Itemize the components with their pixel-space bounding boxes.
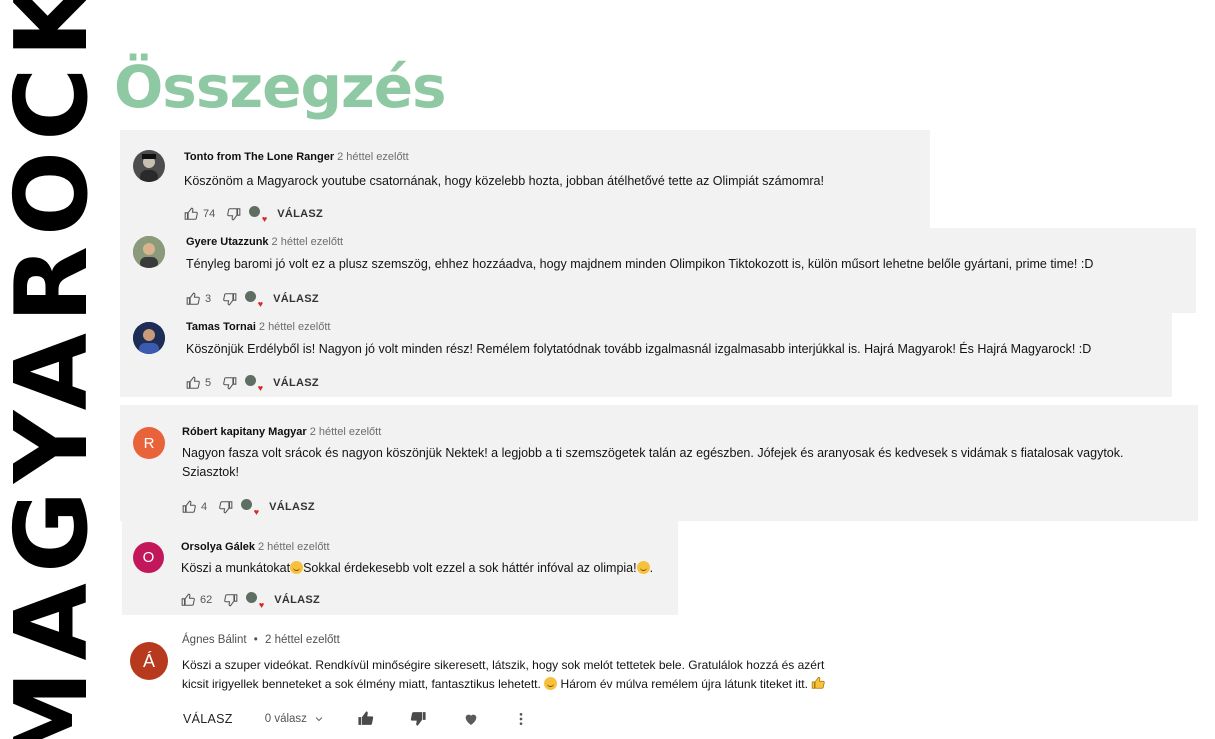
like-button[interactable]: 3 (186, 292, 223, 306)
comment-author[interactable]: Róbert kapitany Magyar (182, 426, 307, 438)
thumb-up-icon (186, 292, 200, 305)
avatar-initial: Á (142, 650, 155, 671)
comment-header: Gyere Utazzunk 2 héttel ezelőtt (186, 236, 343, 248)
like-button[interactable]: 74 (184, 207, 227, 221)
comment-text-line: Sziasztok! (182, 465, 239, 479)
replies-dropdown[interactable]: 0 válasz (265, 713, 325, 725)
separator-dot: • (253, 634, 258, 646)
thumb-up-icon (181, 593, 195, 606)
thumb-down-icon[interactable] (219, 500, 233, 514)
creator-heart-icon: ♥ (245, 375, 263, 393)
comment-text-part: . (649, 561, 654, 575)
comment-author[interactable]: Ágnes Bálint (182, 634, 247, 646)
avatar[interactable] (133, 236, 165, 268)
heart-icon[interactable] (463, 711, 479, 727)
page-title: Összegzés (114, 53, 447, 121)
comment-header: Tamas Tornai 2 héttel ezelőtt (186, 321, 330, 333)
avatar[interactable] (133, 322, 165, 354)
comment-time[interactable]: 2 héttel ezelőtt (259, 321, 331, 333)
like-count: 5 (205, 376, 212, 389)
comment-text: Nagyon fasza volt srácok és nagyon köszö… (182, 444, 1123, 482)
smile-emoji-icon (544, 677, 558, 690)
avatar-initial: R (143, 434, 155, 452)
comment-time[interactable]: 2 héttel ezelőtt (258, 541, 330, 553)
comment-author[interactable]: Tamas Tornai (186, 321, 256, 333)
thumb-up-icon (184, 207, 198, 220)
comment-time[interactable]: 2 héttel ezelőtt (265, 634, 340, 646)
comment-time[interactable]: 2 héttel ezelőtt (310, 426, 382, 438)
comment-text-part: Sokkal érdekesebb volt ezzel a sok hátté… (303, 561, 637, 575)
comment-actions: 74 ♥ VÁLASZ (184, 206, 323, 224)
comment-actions: VÁLASZ 0 válasz (183, 710, 529, 727)
like-count: 62 (200, 593, 213, 606)
grin-emoji-icon (636, 561, 650, 574)
thumbs-up-emoji-icon (812, 676, 825, 689)
reply-button[interactable]: VÁLASZ (274, 594, 320, 606)
like-button[interactable]: 62 (181, 593, 224, 607)
like-count: 4 (201, 500, 208, 513)
comment-header: Tonto from The Lone Ranger 2 héttel ezelő… (184, 151, 409, 163)
thumb-down-icon[interactable] (223, 292, 237, 306)
comment-text: Tényleg baromi jó volt ez a plusz szemsz… (186, 257, 1094, 271)
brand-strip: MAGYAROCK (0, 0, 104, 739)
like-count: 3 (205, 292, 212, 305)
comment-text-line: Köszi a szuper videókat. Rendkívül minős… (182, 658, 825, 672)
thumb-down-icon[interactable] (227, 207, 241, 221)
thumb-down-icon[interactable] (223, 376, 237, 390)
thumb-up-icon[interactable] (357, 710, 374, 727)
reply-button[interactable]: VÁLASZ (273, 377, 319, 389)
creator-heart-icon: ♥ (241, 499, 259, 517)
comment-actions: 62 ♥ VÁLASZ (181, 592, 320, 610)
comment-author[interactable]: Gyere Utazzunk (186, 236, 269, 248)
comment-text-part: kicsit irigyellek benneteket a sok élmén… (182, 677, 541, 691)
replies-count: 0 válasz (264, 712, 307, 725)
comment-author[interactable]: Tonto from The Lone Ranger (184, 151, 334, 163)
reply-button[interactable]: VÁLASZ (277, 208, 323, 220)
comment-text: Köszi a munkátokat Sokkal érdekesebb volt… (181, 559, 653, 578)
creator-heart-icon: ♥ (249, 206, 267, 224)
comment-actions: 5 ♥ VÁLASZ (186, 375, 319, 393)
thumb-up-icon (182, 500, 196, 513)
like-count: 74 (203, 207, 216, 220)
thumb-down-icon[interactable] (410, 710, 427, 727)
avatar[interactable] (133, 150, 165, 182)
grin-emoji-icon (290, 561, 304, 574)
comment-time[interactable]: 2 héttel ezelőtt (272, 236, 344, 248)
comment-text-line: kicsit irigyellek benneteket a sok élmén… (182, 675, 825, 694)
thumb-down-icon[interactable] (224, 593, 238, 607)
like-button[interactable]: 5 (186, 376, 223, 390)
like-button[interactable]: 4 (182, 500, 219, 514)
creator-heart-icon: ♥ (245, 291, 263, 309)
thumb-up-icon (186, 376, 200, 389)
comment-header: Róbert kapitany Magyar 2 héttel ezelőtt (182, 426, 381, 438)
comment-actions: 3 ♥ VÁLASZ (186, 291, 319, 309)
comment-actions: 4 ♥ VÁLASZ (182, 499, 315, 517)
comment-header: Orsolya Gálek 2 héttel ezelőtt (181, 541, 330, 553)
comment-header: Ágnes Bálint • 2 héttel ezelőtt (182, 634, 340, 646)
more-vert-icon[interactable] (513, 711, 529, 727)
comment-text: Köszönöm a Magyarock youtube csatornának… (184, 174, 824, 188)
comment-time[interactable]: 2 héttel ezelőtt (337, 151, 409, 163)
reply-button[interactable]: VÁLASZ (273, 293, 319, 305)
chevron-down-icon (315, 716, 323, 721)
comment-text: Köszi a szuper videókat. Rendkívül minős… (182, 656, 825, 694)
reply-button[interactable]: VÁLASZ (269, 501, 315, 513)
reply-button[interactable]: VÁLASZ (183, 712, 233, 726)
comment-text-part: Köszi a munkátokat (181, 561, 291, 575)
comment-text-line: Nagyon fasza volt srácok és nagyon köszö… (182, 446, 1124, 460)
comment-text-part: Három év múlva remélem újra látunk titek… (560, 677, 808, 691)
avatar-initial: O (142, 549, 155, 566)
creator-heart-icon: ♥ (246, 592, 264, 610)
comment-text: Köszönjük Erdélyből is! Nagyon jó volt m… (186, 342, 1092, 356)
avatar[interactable]: Á (130, 642, 168, 680)
brand-vertical-text: MAGYAROCK (0, 0, 104, 739)
comment-author[interactable]: Orsolya Gálek (181, 541, 255, 553)
avatar[interactable]: R (133, 427, 165, 459)
avatar[interactable]: O (133, 542, 164, 573)
